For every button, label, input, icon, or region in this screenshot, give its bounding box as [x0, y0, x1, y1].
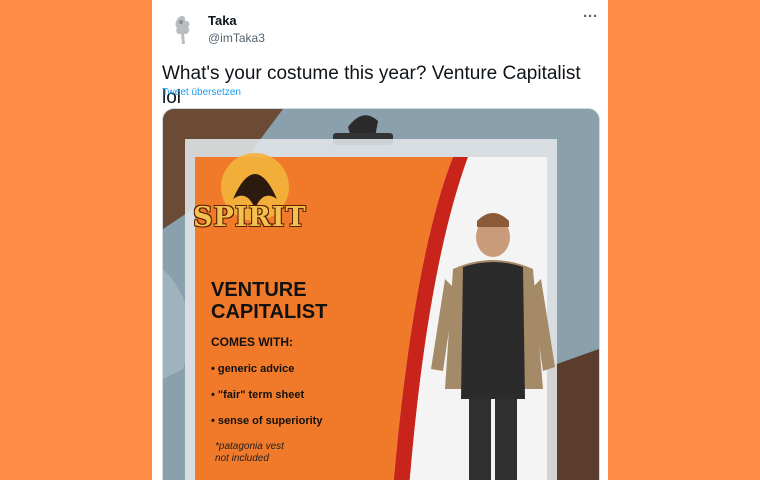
translate-link[interactable]: Tweet übersetzen [162, 87, 241, 98]
author-name[interactable]: Taka [208, 13, 237, 28]
item-generic-advice: • generic advice [211, 363, 295, 375]
avatar[interactable] [164, 10, 204, 50]
tweet-image[interactable]: SPIRIT VENTURE CAPITALIST COMES WITH: • … [162, 108, 600, 480]
more-options-icon[interactable]: ··· [583, 9, 598, 24]
disclaimer-note: *patagonia vest not included [215, 441, 284, 465]
author-handle[interactable]: @imTaka3 [208, 31, 265, 45]
note-line-2: not included [215, 453, 269, 464]
title-line-1: VENTURE [211, 279, 307, 301]
note-line-1: *patagonia vest [215, 441, 284, 452]
title-line-2: CAPITALIST [211, 301, 328, 323]
tweet-card: Taka @imTaka3 ··· What's your costume th… [152, 0, 608, 480]
tweet-text: What's your costume this year? Venture C… [162, 63, 581, 108]
package-text: SPIRIT VENTURE CAPITALIST COMES WITH: • … [163, 109, 599, 480]
item-superiority: • sense of superiority [211, 415, 323, 427]
package-title: VENTURE CAPITALIST [211, 279, 411, 323]
item-term-sheet: • "fair" term sheet [211, 389, 305, 401]
comes-with-label: COMES WITH: [211, 335, 293, 349]
spirit-logo: SPIRIT [193, 202, 307, 233]
